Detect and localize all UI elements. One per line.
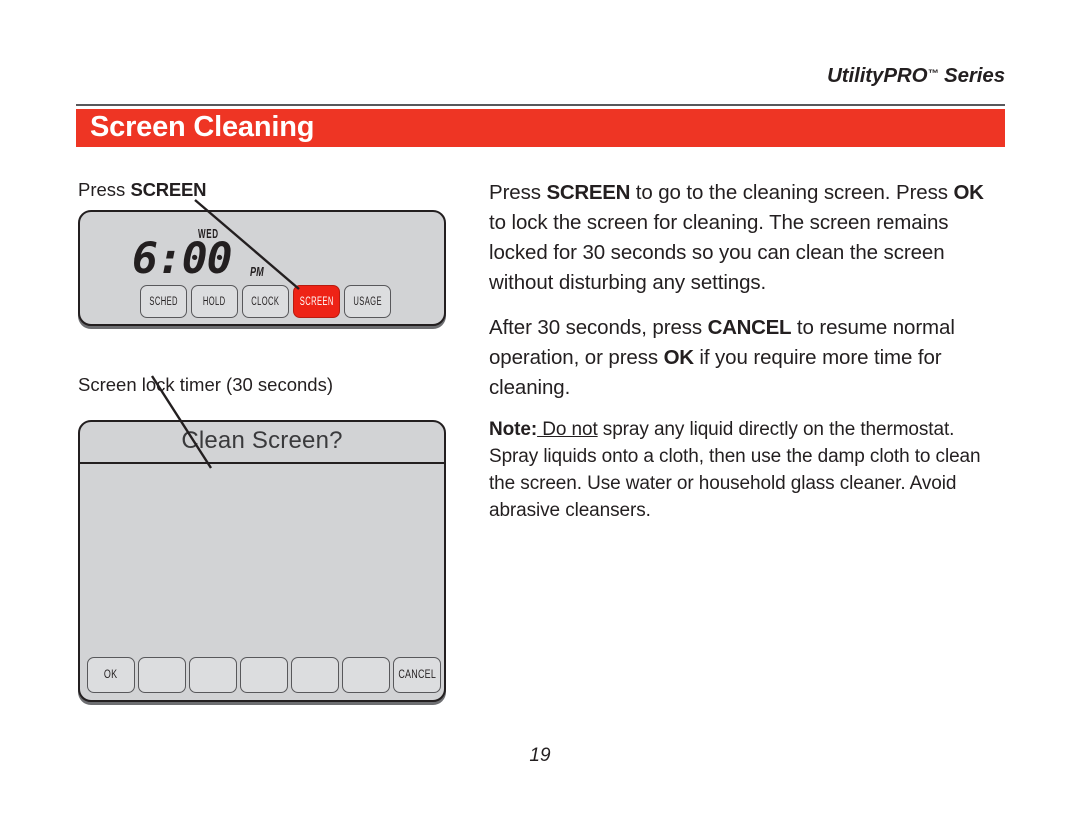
clean-screen-button-ok-label: OK: [104, 669, 118, 681]
clean-screen-button-blank-1[interactable]: [138, 657, 186, 693]
press-screen-callout-label: Press SCREEN: [78, 179, 207, 200]
clean-screen-button-ok[interactable]: OK: [87, 657, 135, 693]
trademark-symbol: ™: [927, 68, 939, 80]
note-lead-label: Note:: [489, 418, 538, 440]
clean-screen-figure: Clean Screen? OK CANCEL: [78, 375, 450, 708]
thermostat-figure: WED 6:00 PM SCHED HOLD CLOCK SCREEN USAG…: [78, 199, 450, 332]
instruction-paragraph-2: After 30 seconds, press CANCEL to resume…: [489, 313, 989, 403]
lcd-time-value: 6:00: [132, 234, 233, 284]
paragraph-2-key-ok: OK: [663, 345, 694, 369]
page-number: 19: [529, 745, 551, 766]
paragraph-1-part-2: to go to the cleaning screen. Press: [630, 181, 954, 204]
thermostat-button-sched-label: SCHED: [149, 295, 178, 308]
paragraph-1-part-1: Press: [489, 181, 547, 204]
clean-screen-button-row: OK CANCEL: [87, 657, 441, 693]
thermostat-lcd-display: WED 6:00 PM: [126, 226, 286, 284]
thermostat-body: WED 6:00 PM SCHED HOLD CLOCK SCREEN USAG…: [78, 210, 446, 326]
clean-screen-header: Clean Screen?: [80, 422, 444, 464]
note-paragraph: Note: Do not spray any liquid directly o…: [489, 417, 989, 525]
series-title-brand: UtilityPRO: [827, 64, 928, 87]
paragraph-2-part-1: After 30 seconds, press: [489, 315, 708, 339]
screen-lock-timer-callout-label: Screen lock timer (30 seconds): [78, 374, 333, 395]
paragraph-1-key-ok: OK: [953, 181, 984, 204]
thermostat-button-screen-label: SCREEN: [299, 295, 334, 308]
clean-screen-button-blank-2[interactable]: [189, 657, 237, 693]
thermostat-button-hold-label: HOLD: [203, 295, 226, 308]
clean-screen-button-blank-3[interactable]: [240, 657, 288, 693]
series-title: UtilityPRO™ Series: [827, 64, 1005, 88]
thermostat-button-hold[interactable]: HOLD: [191, 285, 238, 318]
instructions-column: Press SCREEN to go to the cleaning scree…: [489, 178, 989, 539]
page-title: Screen Cleaning: [90, 110, 315, 143]
clean-screen-button-cancel[interactable]: CANCEL: [393, 657, 441, 693]
page-header: UtilityPRO™ Series: [76, 60, 1005, 106]
instruction-paragraph-1: Press SCREEN to go to the cleaning scree…: [489, 178, 989, 299]
note-underlined-text: Do not: [537, 418, 598, 440]
clean-screen-panel-body: Clean Screen? OK CANCEL: [78, 420, 446, 702]
press-screen-prefix: Press: [78, 179, 131, 200]
clean-screen-button-blank-5[interactable]: [342, 657, 390, 693]
page-title-bar: Screen Cleaning: [76, 109, 1005, 147]
header-divider: [76, 104, 1005, 106]
clean-screen-button-cancel-label: CANCEL: [398, 669, 436, 681]
thermostat-button-row: SCHED HOLD CLOCK SCREEN USAGE: [140, 285, 391, 318]
press-screen-key: SCREEN: [130, 179, 207, 200]
thermostat-button-clock[interactable]: CLOCK: [242, 285, 289, 318]
paragraph-1-part-3: to lock the screen for cleaning. The scr…: [489, 211, 949, 295]
thermostat-button-clock-label: CLOCK: [251, 295, 280, 308]
series-title-word: Series: [938, 64, 1005, 87]
lcd-meridiem-label: PM: [250, 264, 264, 279]
clean-screen-button-blank-4[interactable]: [291, 657, 339, 693]
thermostat-button-usage-label: USAGE: [353, 295, 382, 308]
thermostat-button-usage[interactable]: USAGE: [344, 285, 391, 318]
paragraph-2-key-cancel: CANCEL: [707, 315, 792, 339]
thermostat-button-sched[interactable]: SCHED: [140, 285, 187, 318]
clean-screen-header-text: Clean Screen?: [181, 427, 343, 454]
paragraph-1-key-screen: SCREEN: [546, 181, 631, 204]
thermostat-button-screen[interactable]: SCREEN: [293, 285, 340, 318]
